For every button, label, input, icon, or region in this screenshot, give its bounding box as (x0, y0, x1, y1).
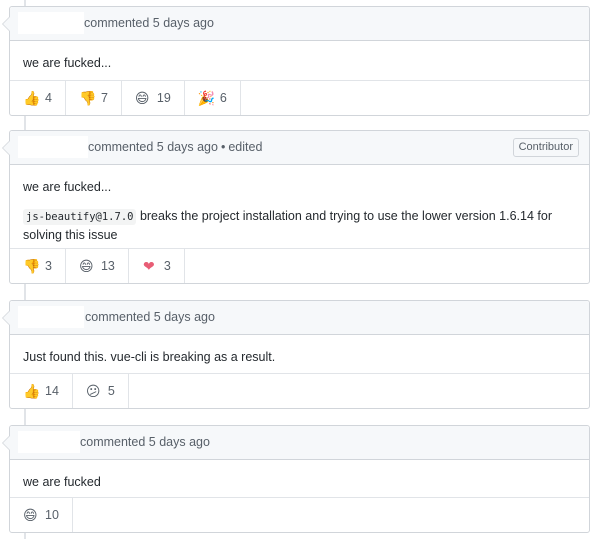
comment-text: we are fucked... (23, 180, 112, 194)
comment-timestamp-link[interactable]: commented 5 days ago (88, 140, 218, 154)
reaction-count: 3 (163, 259, 171, 273)
comment-pointer (2, 16, 10, 32)
laugh-icon: 😄 (78, 257, 94, 274)
reaction-heart[interactable]: ❤ 3 (129, 249, 185, 283)
comment-body: we are fucked (10, 460, 589, 491)
comment-header: commented 5 days ago (10, 426, 589, 460)
redacted-author[interactable] (18, 431, 80, 453)
redacted-author[interactable] (18, 136, 88, 158)
comment-pointer (2, 435, 10, 451)
comment-timestamp[interactable]: commented 5 days ago (80, 435, 210, 449)
reaction-laugh[interactable]: 😄 13 (66, 249, 129, 283)
comment-timestamp[interactable]: commented 5 days ago (84, 16, 214, 30)
comment: commented 5 days ago we are fucked 😄 10 (2, 425, 590, 533)
reactions-bar: 👎 3 😄 13 ❤ 3 (10, 248, 589, 283)
thumbs-down-icon: 👎 (78, 89, 97, 106)
confused-icon: 😕 (85, 382, 101, 399)
reaction-thumbs-down[interactable]: 👎 7 (66, 81, 122, 115)
comment-text: we are fucked... (23, 56, 112, 70)
comment-body: Just found this. vue-cli is breaking as … (10, 335, 589, 366)
comment-pointer (2, 140, 10, 156)
inline-code: js-beautify@1.7.0 (23, 209, 137, 225)
laugh-icon: 😄 (134, 89, 150, 106)
reactions-bar: 😄 10 (10, 497, 589, 532)
comment-body: we are fucked... js-beautify@1.7.0 break… (10, 165, 589, 244)
reaction-thumbs-up[interactable]: 👍 14 (10, 374, 73, 408)
thumbs-down-icon: 👎 (23, 257, 41, 274)
comment-text: we are fucked (23, 475, 101, 489)
reaction-count: 19 (156, 91, 171, 105)
reaction-count: 4 (45, 91, 52, 105)
contributor-badge: Contributor (512, 138, 579, 157)
comment-timestamp: commented 5 days ago • edited (88, 140, 262, 154)
redacted-author[interactable] (18, 12, 84, 34)
redacted-author[interactable] (18, 306, 84, 328)
reaction-count: 5 (107, 384, 115, 398)
comment-body: we are fucked... (10, 41, 589, 72)
reaction-tada[interactable]: 🎉 6 (185, 81, 241, 115)
reactions-bar: 👍 14 😕 5 (10, 373, 589, 408)
comment-header: commented 5 days ago (10, 301, 589, 335)
tada-icon: 🎉 (197, 89, 216, 106)
laugh-icon: 😄 (23, 506, 38, 523)
comment: commented 5 days ago • edited Contributor … (2, 130, 590, 284)
reaction-thumbs-up[interactable]: 👍 4 (10, 81, 66, 115)
reactions-bar: 👍 4 👎 7 😄 19 🎉 6 (10, 80, 589, 115)
thumbs-up-icon: 👍 (23, 382, 41, 399)
comment-header: commented 5 days ago • edited Contributor (10, 131, 589, 165)
separator-dot: • (220, 140, 226, 154)
edited-label[interactable]: edited (228, 140, 262, 154)
comment-timestamp[interactable]: commented 5 days ago (85, 310, 215, 324)
reaction-laugh[interactable]: 😄 10 (10, 498, 73, 532)
reaction-count: 10 (45, 508, 59, 522)
reaction-thumbs-down[interactable]: 👎 3 (10, 249, 66, 283)
comment-text: Just found this. vue-cli is breaking as … (23, 350, 276, 364)
reaction-count: 13 (100, 259, 115, 273)
reaction-count: 7 (100, 91, 108, 105)
reaction-confused[interactable]: 😕 5 (73, 374, 129, 408)
comment-pointer (2, 310, 10, 326)
heart-icon: ❤ (142, 257, 155, 274)
comment-text: js-beautify@1.7.0 breaks the project ins… (23, 207, 576, 244)
reaction-laugh[interactable]: 😄 19 (122, 81, 185, 115)
comment: commented 5 days ago we are fucked... 👍 … (2, 6, 590, 116)
reaction-count: 14 (45, 384, 59, 398)
reaction-count: 3 (45, 259, 52, 273)
comment-header: commented 5 days ago (10, 7, 589, 41)
reaction-count: 6 (219, 91, 227, 105)
thumbs-up-icon: 👍 (23, 89, 41, 106)
comment: commented 5 days ago Just found this. vu… (2, 300, 590, 409)
